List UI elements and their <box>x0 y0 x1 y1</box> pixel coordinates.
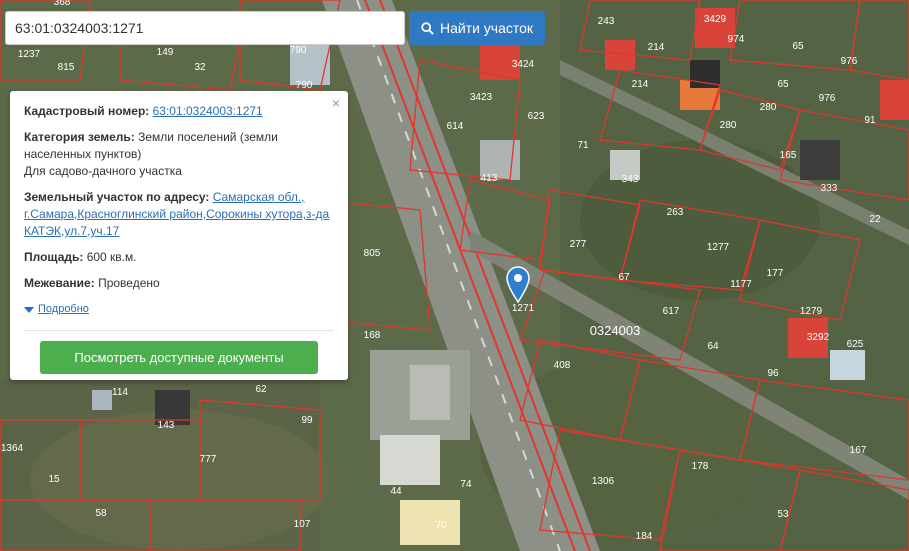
parcel-label[interactable]: 91 <box>864 115 876 126</box>
land-use-value: Для садово-дачного участка <box>24 164 182 178</box>
parcel-label[interactable]: 815 <box>58 62 75 73</box>
parcel-label[interactable]: 3429 <box>704 14 727 25</box>
cadastral-number-label: Кадастровый номер: <box>24 104 150 118</box>
parcel-label[interactable]: 67 <box>618 272 630 283</box>
parcel-label[interactable]: 149 <box>157 47 174 58</box>
parcel-label[interactable]: 263 <box>667 207 684 218</box>
parcel-label[interactable]: 614 <box>447 121 464 132</box>
cadastral-search-input[interactable] <box>5 11 405 45</box>
parcel-label[interactable]: 333 <box>821 183 838 194</box>
parcel-label[interactable]: 71 <box>577 140 589 151</box>
parcel-label[interactable]: 976 <box>819 93 836 104</box>
parcel-label[interactable]: 32 <box>194 62 206 73</box>
parcel-label[interactable]: 22 <box>869 214 881 225</box>
parcel-label[interactable]: 167 <box>850 445 867 456</box>
survey-value: Проведено <box>98 276 160 290</box>
parcel-label[interactable]: 1306 <box>592 476 615 487</box>
parcel-label-selected[interactable]: 1271 <box>512 303 535 314</box>
parcel-label[interactable]: 184 <box>636 531 653 542</box>
parcel-label[interactable]: 368 <box>54 0 71 8</box>
cadastral-number-row: Кадастровый номер: 63:01:0324003:1271 <box>24 103 334 120</box>
parcel-label[interactable]: 777 <box>200 454 217 465</box>
parcel-label[interactable]: 623 <box>528 111 545 122</box>
parcel-label[interactable]: 790 <box>290 45 307 56</box>
parcel-label[interactable]: 177 <box>767 268 784 279</box>
details-link[interactable]: Подробно <box>38 301 89 318</box>
parcel-label[interactable]: 976 <box>841 56 858 67</box>
parcel-label[interactable]: 280 <box>760 102 777 113</box>
cadastral-block-label: 0324003 <box>590 323 641 338</box>
parcel-label[interactable]: 1177 <box>730 279 752 290</box>
parcel-label[interactable]: 58 <box>95 508 107 519</box>
parcel-label[interactable]: 1237 <box>18 49 41 60</box>
parcel-label[interactable]: 178 <box>692 461 709 472</box>
survey-row: Межевание: Проведено <box>24 275 334 292</box>
view-documents-button[interactable]: Посмотреть доступные документы <box>40 341 318 374</box>
parcel-label[interactable]: 96 <box>767 368 779 379</box>
parcel-label[interactable]: 243 <box>598 16 615 27</box>
parcel-label[interactable]: 44 <box>390 486 402 497</box>
find-parcel-label: Найти участок <box>439 20 534 36</box>
parcel-label[interactable]: 413 <box>481 173 498 184</box>
parcel-label[interactable]: 70 <box>435 520 447 531</box>
search-icon <box>421 21 434 35</box>
parcel-label[interactable]: 74 <box>460 479 472 490</box>
parcel-label[interactable]: 62 <box>255 384 267 395</box>
address-label: Земельный участок по адресу: <box>24 190 210 204</box>
parcel-label[interactable]: 64 <box>707 341 719 352</box>
parcel-label[interactable]: 99 <box>301 415 313 426</box>
find-parcel-button[interactable]: Найти участок <box>409 11 545 45</box>
parcel-label[interactable]: 168 <box>364 330 381 341</box>
divider <box>24 330 334 331</box>
parcel-label[interactable]: 107 <box>294 519 311 530</box>
details-toggle[interactable]: Подробно <box>24 301 334 318</box>
parcel-label[interactable]: 214 <box>648 42 665 53</box>
parcel-label[interactable]: 974 <box>728 34 745 45</box>
area-row: Площадь: 600 кв.м. <box>24 249 334 266</box>
close-icon[interactable]: × <box>332 95 340 112</box>
parcel-label[interactable]: 15 <box>48 474 60 485</box>
parcel-info-popup: × Кадастровый номер: 63:01:0324003:1271 … <box>10 91 348 380</box>
parcel-label[interactable]: 214 <box>632 79 649 90</box>
parcel-label[interactable]: 408 <box>554 360 571 371</box>
parcel-label[interactable]: 805 <box>364 248 381 259</box>
parcel-label[interactable]: 3292 <box>807 332 830 343</box>
land-category-label: Категория земель: <box>24 130 135 144</box>
parcel-label[interactable]: 1279 <box>800 306 823 317</box>
parcel-label[interactable]: 1277 <box>707 242 730 253</box>
address-row: Земельный участок по адресу: Самарская о… <box>24 189 334 240</box>
parcel-label[interactable]: 53 <box>777 509 789 520</box>
parcel-label[interactable]: 65 <box>777 79 789 90</box>
parcel-label[interactable]: 3424 <box>512 59 535 70</box>
parcel-label[interactable]: 1364 <box>1 443 24 454</box>
parcel-label[interactable]: 625 <box>847 339 864 350</box>
land-category-row: Категория земель: Земли поселений (земли… <box>24 129 334 180</box>
parcel-label[interactable]: 280 <box>720 120 737 131</box>
parcel-label[interactable]: 617 <box>663 306 680 317</box>
area-label: Площадь: <box>24 250 84 264</box>
parcel-label[interactable]: 343 <box>622 174 639 185</box>
parcel-label[interactable]: 3423 <box>470 92 493 103</box>
cadastral-number-link[interactable]: 63:01:0324003:1271 <box>153 104 263 118</box>
parcel-label[interactable]: 277 <box>570 239 587 250</box>
area-value: 600 кв.м. <box>86 250 137 264</box>
parcel-label[interactable]: 65 <box>792 41 804 52</box>
survey-label: Межевание: <box>24 276 95 290</box>
parcel-label[interactable]: 143 <box>158 420 175 431</box>
parcel-label[interactable]: 790 <box>296 80 313 91</box>
parcel-label[interactable]: 165 <box>780 150 797 161</box>
parcel-label[interactable]: 114 <box>112 387 128 398</box>
triangle-down-icon <box>24 306 34 313</box>
